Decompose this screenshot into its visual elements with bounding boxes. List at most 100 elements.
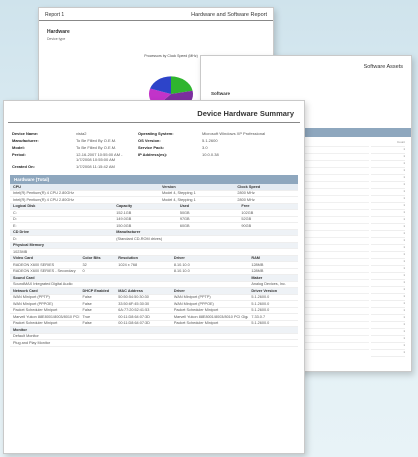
count-cell: 1 (371, 231, 405, 238)
monitor-table: Monitor Default Monitor Plug and Play Moni… (10, 327, 298, 347)
table-cell: 0 (82, 269, 85, 274)
info-key: Model: (12, 145, 25, 150)
table-cell: Intel(R) Pentium(R) 4 CPU 2.80GHz (13, 197, 74, 202)
device-info: Device Name: vista2 Operating System: Micro… (4, 123, 304, 169)
table-cell: 50:50:54:50:30:30 (118, 295, 149, 300)
info-value: 3.0 (202, 145, 208, 150)
table-cell: 97GB (179, 217, 190, 222)
count-cell: 1 (371, 245, 405, 252)
column-header: Monitor (13, 327, 27, 332)
info-key: Period: (12, 152, 26, 157)
info-value: To Be Filled By O.E.M. (76, 145, 117, 150)
column-header: Color Bits (82, 256, 101, 261)
table-cell: True (82, 314, 91, 319)
info-value: 12-16-2007 10:55:00 AM - 1/7/2008 10:55:… (76, 152, 123, 162)
info-value: vista2 (76, 131, 87, 136)
count-cell: 1 (371, 147, 405, 154)
table-cell: 128MB (251, 269, 264, 274)
table-cell: 7.33.0.7 (251, 314, 266, 319)
column-header: Physical Memory (13, 243, 45, 248)
table-cell: 2800 MHz (237, 191, 255, 196)
report-page-front: Device Hardware Summary Device Name: vist… (3, 100, 305, 454)
table-cell: E: (13, 223, 17, 228)
info-value: Microsoft Windows XP Professional (202, 131, 266, 136)
table-cell: 1023MB (13, 249, 28, 254)
table-cell: WAN Miniport (PPPOE) (173, 301, 214, 306)
section-title: Hardware (47, 29, 70, 35)
table-cell: WAN Miniport (PPTP) (173, 295, 211, 300)
cpu-table: CPU Version Clock Speed Intel(R) Pentium(R)… (10, 184, 298, 204)
count-cell: 1 (371, 238, 405, 245)
table-cell: 60GB (179, 223, 190, 228)
table-cell: 2800 MHz (237, 197, 255, 202)
info-value (202, 164, 296, 169)
table-cell: 33:50:6F:45:30:30 (118, 301, 150, 306)
table-cell: Packet Scheduler Miniport (173, 321, 219, 326)
table-cell: D: (13, 217, 17, 222)
column-header: Driver (173, 288, 185, 293)
table-cell: Packet Scheduler Miniport (173, 308, 219, 313)
info-value: To Be Filled By O.E.M. (76, 138, 117, 143)
count-cell: 1 (371, 329, 405, 336)
table-cell: 5.1.2600.0 (251, 301, 270, 306)
table-cell: 5.1.2600.0 (251, 295, 270, 300)
report-number: Report 1 (45, 12, 65, 18)
column-header: Driver (173, 256, 185, 261)
table-cell: False (82, 321, 92, 326)
column-header: Free (241, 204, 250, 209)
count-cell: 1 (371, 189, 405, 196)
count-cell: 1 (371, 210, 405, 217)
count-cell: 1 (371, 266, 405, 273)
table-cell: 90GB (241, 223, 252, 228)
count-cell: 1 (371, 336, 405, 343)
count-cell: 1 (371, 196, 405, 203)
video-table: Video Card Color Bits Resolution Driver RAM R… (10, 255, 298, 275)
table-cell: Packet Scheduler Miniport (13, 308, 58, 313)
table-cell: 150.0GB (116, 223, 132, 228)
column-header: DHCP Enabled (82, 288, 110, 293)
table-cell: Analog Devices, Inc. (251, 282, 286, 287)
column-header: MAC Address (118, 288, 144, 293)
report-title: Hardware and Software Report (191, 12, 267, 18)
table-cell: 5.1.2600.0 (251, 308, 270, 313)
count-header: Count (371, 140, 405, 147)
count-cell: 1 (371, 154, 405, 161)
table-cell: Intel(R) Pentium(R) 4 CPU 2.80GHz (13, 191, 74, 196)
count-cell: 1 (371, 203, 405, 210)
table-cell: Marvell Yukon 88E8001/8003/8010 PCI Giga… (13, 314, 80, 319)
table-cell: C: (13, 210, 17, 215)
info-key: Service Pack: (138, 145, 165, 150)
table-cell: 00:11:D8:64:07:3D (118, 314, 150, 319)
table-cell: Marvell Yukon 88E8001/8003/8010 PCI Giga… (173, 314, 248, 319)
table-cell: WAN Miniport (PPPOE) (13, 301, 53, 306)
column-header: RAM (251, 256, 260, 261)
network-table: Network Card DHCP Enabled MAC Address Drive… (10, 288, 298, 327)
column-header: Capacity (116, 204, 133, 209)
info-value: 10.0.0.38 (202, 152, 219, 157)
section-subtitle: Device type (47, 37, 66, 41)
hardware-band: Hardware (Total) (10, 175, 298, 184)
table-cell: RADEON X600 SERIES - Secondary (13, 269, 76, 274)
table-cell: 152.1GB (116, 210, 132, 215)
column-header: Network Card (13, 288, 38, 293)
info-key: OS Version: (138, 138, 161, 143)
table-cell: Plug and Play Monitor (13, 340, 51, 345)
column-header: Sound Card (13, 275, 35, 280)
column-header: Logical Disk (13, 204, 36, 209)
table-cell: (Standard CD-ROM drives) (116, 236, 163, 241)
count-cell: 1 (371, 217, 405, 224)
column-header: Manufacturer (116, 230, 141, 235)
count-cell: 1 (371, 259, 405, 266)
table-cell: 8.10.10.0 (173, 262, 190, 267)
table-row: Plug and Play Monitor (10, 340, 298, 347)
count-cell: 1 (371, 280, 405, 287)
table-cell: 00:11:D8:64:07:3D (118, 321, 150, 326)
column-header: Resolution (118, 256, 138, 261)
table-cell: False (82, 301, 92, 306)
info-value: 1/7/2008 11:15:42 AM (76, 164, 115, 169)
count-cell: 1 (371, 308, 405, 315)
count-cell: 1 (371, 294, 405, 301)
table-cell: 8.10.10.0 (173, 269, 190, 274)
page-header: Report 1 Hardware and Software Report (39, 8, 273, 21)
count-cell: 1 (371, 175, 405, 182)
